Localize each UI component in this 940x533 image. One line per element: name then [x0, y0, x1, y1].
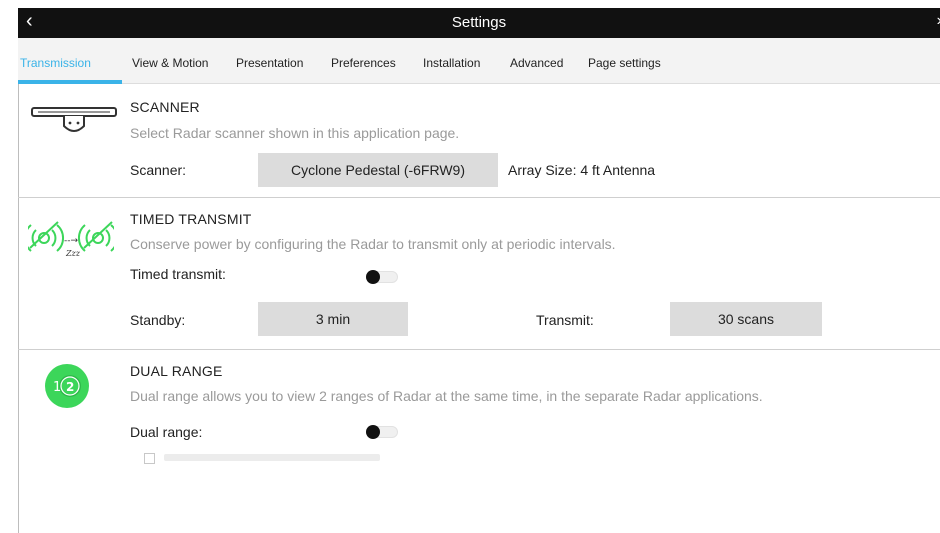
page-title: Settings — [451, 14, 507, 31]
tab-transmission[interactable]: Transmission — [20, 56, 91, 70]
transmit-select-button[interactable]: 30 scans — [670, 302, 822, 336]
title-bar: ‹ Settings › — [18, 8, 940, 38]
radar-scanner-icon — [31, 107, 117, 132]
dual-range-toggle[interactable] — [366, 423, 400, 441]
dual-range-icon: 1 2 — [45, 364, 89, 408]
tab-page-settings[interactable]: Page settings — [588, 56, 661, 70]
dual-range-title: DUAL RANGE — [130, 363, 223, 379]
standby-select-button[interactable]: 3 min — [258, 302, 408, 336]
timed-transmit-title: TIMED TRANSMIT — [130, 211, 252, 227]
toggle-knob — [366, 270, 380, 284]
scanner-select-button[interactable]: Cyclone Pedestal (-6FRW9) — [258, 153, 498, 187]
scanner-description: Select Radar scanner shown in this appli… — [130, 125, 460, 141]
array-size-text: Array Size: 4 ft Antenna — [508, 162, 656, 178]
disabled-option-checkbox[interactable] — [144, 453, 155, 464]
timed-transmit-section: --→ Zzz TIMED TRANSMIT Conserve power by… — [18, 198, 940, 350]
timed-transmit-icon: --→ Zzz — [28, 221, 114, 258]
timed-transmit-toggle[interactable] — [366, 268, 400, 286]
svg-text:--→: --→ — [64, 236, 78, 246]
tab-advanced[interactable]: Advanced — [510, 56, 563, 70]
disabled-option-label — [164, 454, 380, 461]
tab-view-motion[interactable]: View & Motion — [132, 56, 208, 70]
scanner-section: SCANNER Select Radar scanner shown in th… — [18, 84, 940, 198]
svg-text:Zzz: Zzz — [65, 249, 81, 258]
standby-label: Standby: — [130, 312, 186, 328]
tab-installation[interactable]: Installation — [423, 56, 480, 70]
svg-text:1: 1 — [53, 380, 61, 395]
cropped-caption-strip — [0, 0, 940, 8]
tab-presentation[interactable]: Presentation — [236, 56, 303, 70]
tab-preferences[interactable]: Preferences — [331, 56, 396, 70]
dual-range-section: 1 2 DUAL RANGE Dual range allows you to … — [18, 350, 940, 533]
timed-transmit-description: Conserve power by configuring the Radar … — [130, 236, 616, 252]
transmit-label: Transmit: — [536, 312, 594, 328]
scanner-title: SCANNER — [130, 99, 200, 115]
dual-range-description: Dual range allows you to view 2 ranges o… — [130, 388, 763, 404]
toggle-knob — [366, 425, 380, 439]
settings-tab-bar: Transmission View & Motion Presentation … — [18, 38, 940, 84]
dual-range-toggle-label: Dual range: — [130, 424, 203, 440]
timed-transmit-toggle-label: Timed transmit: — [130, 266, 226, 282]
svg-text:2: 2 — [66, 380, 74, 394]
scanner-field-label: Scanner: — [130, 162, 187, 178]
